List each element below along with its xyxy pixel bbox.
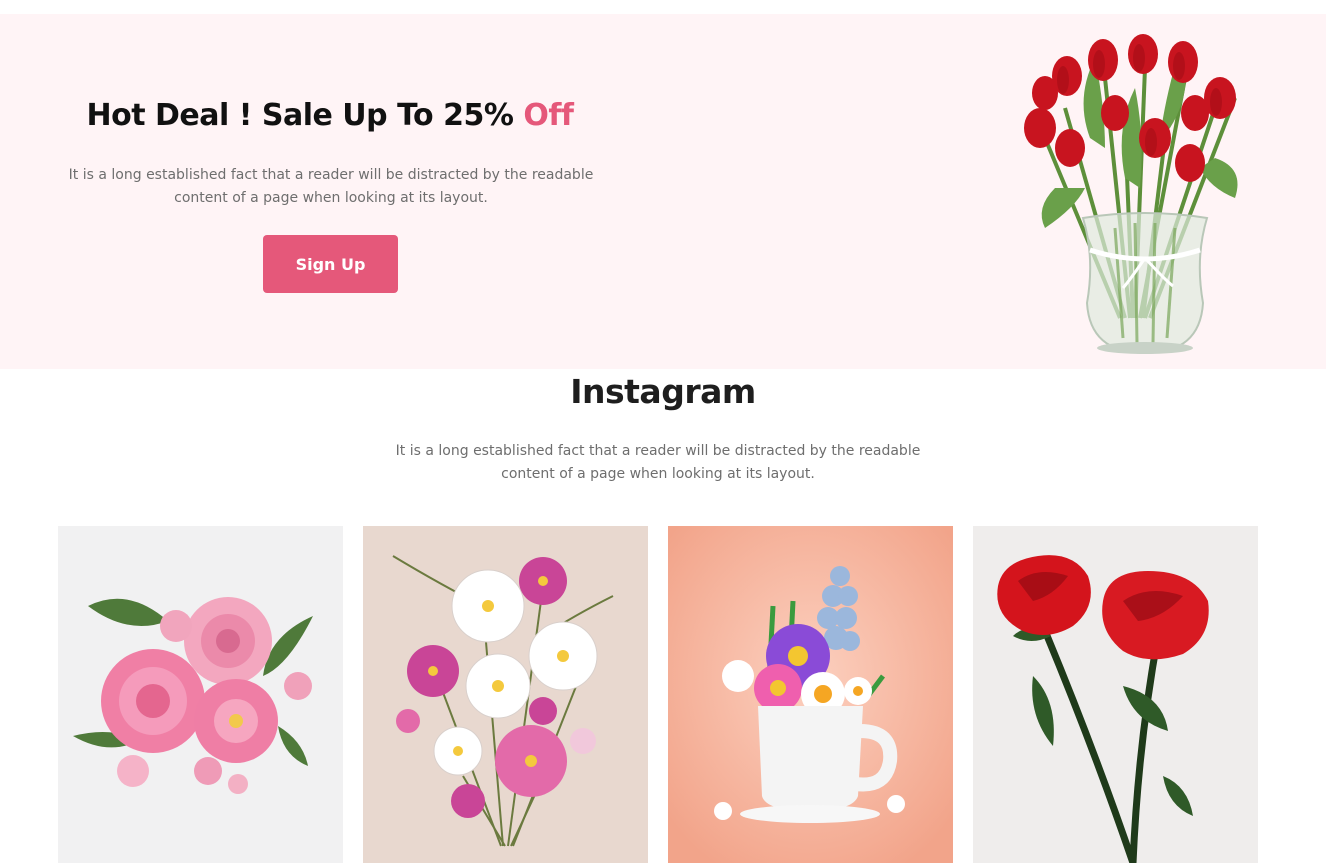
hero-description: It is a long established fact that a rea…	[68, 167, 594, 206]
hero-title: Hot Deal ! Sale Up To 25% Off	[0, 98, 660, 133]
hero-banner: Hot Deal ! Sale Up To 25% Off It is a lo…	[0, 14, 1326, 369]
instagram-title: Instagram	[570, 372, 756, 411]
red-roses-image	[997, 555, 1209, 863]
instagram-post-3[interactable]	[668, 526, 953, 863]
pink-roses-image	[73, 597, 313, 794]
hero-title-main: Hot Deal ! Sale Up To 25%	[86, 98, 524, 133]
sign-up-button[interactable]: Sign Up	[263, 235, 398, 293]
instagram-post-1[interactable]	[58, 526, 343, 863]
flowers-in-mug-image	[668, 526, 953, 863]
cosmos-bouquet-image	[392, 555, 614, 847]
red-tulips-vase-image	[1024, 34, 1238, 355]
instagram-description: It is a long established fact that a rea…	[395, 443, 921, 482]
instagram-post-2[interactable]	[363, 526, 648, 863]
instagram-post-4[interactable]	[973, 526, 1258, 863]
hero-title-accent: Off	[523, 98, 574, 133]
